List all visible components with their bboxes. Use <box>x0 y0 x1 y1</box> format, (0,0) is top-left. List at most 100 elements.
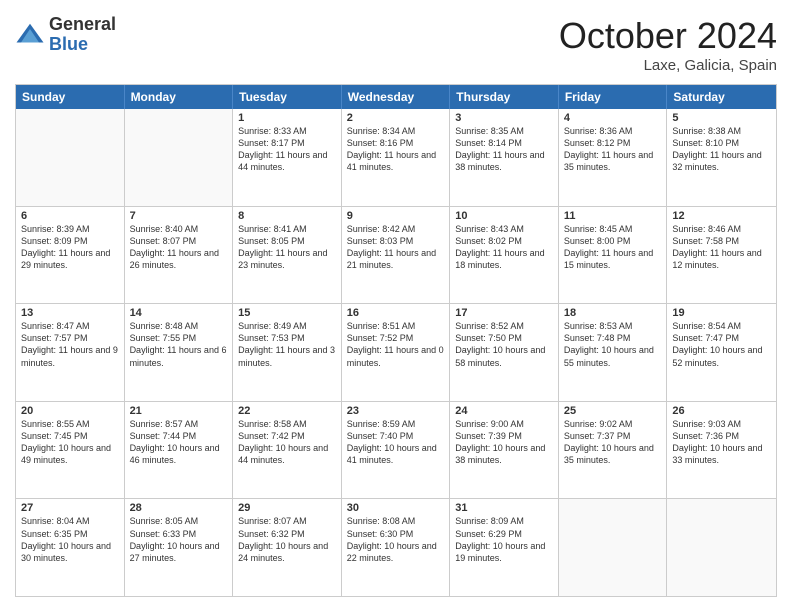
day-info: Sunrise: 8:36 AM Sunset: 8:12 PM Dayligh… <box>564 125 662 174</box>
day-number: 9 <box>347 210 445 222</box>
calendar-cell: 22Sunrise: 8:58 AM Sunset: 7:42 PM Dayli… <box>233 402 342 499</box>
calendar-cell: 1Sunrise: 8:33 AM Sunset: 8:17 PM Daylig… <box>233 109 342 206</box>
day-info: Sunrise: 8:48 AM Sunset: 7:55 PM Dayligh… <box>130 320 228 369</box>
day-info: Sunrise: 8:52 AM Sunset: 7:50 PM Dayligh… <box>455 320 553 369</box>
calendar-cell: 15Sunrise: 8:49 AM Sunset: 7:53 PM Dayli… <box>233 304 342 401</box>
logo-general-text: General <box>49 15 116 35</box>
calendar-cell: 26Sunrise: 9:03 AM Sunset: 7:36 PM Dayli… <box>667 402 776 499</box>
calendar-cell: 17Sunrise: 8:52 AM Sunset: 7:50 PM Dayli… <box>450 304 559 401</box>
day-number: 12 <box>672 210 771 222</box>
day-info: Sunrise: 8:51 AM Sunset: 7:52 PM Dayligh… <box>347 320 445 369</box>
calendar-cell: 10Sunrise: 8:43 AM Sunset: 8:02 PM Dayli… <box>450 207 559 304</box>
calendar-cell: 21Sunrise: 8:57 AM Sunset: 7:44 PM Dayli… <box>125 402 234 499</box>
day-info: Sunrise: 8:07 AM Sunset: 6:32 PM Dayligh… <box>238 515 336 564</box>
day-info: Sunrise: 8:39 AM Sunset: 8:09 PM Dayligh… <box>21 223 119 272</box>
day-info: Sunrise: 8:43 AM Sunset: 8:02 PM Dayligh… <box>455 223 553 272</box>
cal-header-cell: Monday <box>125 85 234 109</box>
calendar-row: 20Sunrise: 8:55 AM Sunset: 7:45 PM Dayli… <box>16 401 776 499</box>
calendar-cell: 27Sunrise: 8:04 AM Sunset: 6:35 PM Dayli… <box>16 499 125 596</box>
day-info: Sunrise: 9:00 AM Sunset: 7:39 PM Dayligh… <box>455 418 553 467</box>
calendar-cell: 30Sunrise: 8:08 AM Sunset: 6:30 PM Dayli… <box>342 499 451 596</box>
day-info: Sunrise: 8:38 AM Sunset: 8:10 PM Dayligh… <box>672 125 771 174</box>
day-number: 8 <box>238 210 336 222</box>
day-number: 5 <box>672 112 771 124</box>
calendar-cell <box>16 109 125 206</box>
day-info: Sunrise: 8:55 AM Sunset: 7:45 PM Dayligh… <box>21 418 119 467</box>
calendar-cell: 31Sunrise: 8:09 AM Sunset: 6:29 PM Dayli… <box>450 499 559 596</box>
day-number: 31 <box>455 502 553 514</box>
day-info: Sunrise: 8:42 AM Sunset: 8:03 PM Dayligh… <box>347 223 445 272</box>
calendar: SundayMondayTuesdayWednesdayThursdayFrid… <box>15 84 777 597</box>
calendar-cell <box>125 109 234 206</box>
day-info: Sunrise: 8:35 AM Sunset: 8:14 PM Dayligh… <box>455 125 553 174</box>
title-block: October 2024 Laxe, Galicia, Spain <box>559 15 777 74</box>
calendar-cell: 9Sunrise: 8:42 AM Sunset: 8:03 PM Daylig… <box>342 207 451 304</box>
day-info: Sunrise: 9:02 AM Sunset: 7:37 PM Dayligh… <box>564 418 662 467</box>
cal-header-cell: Wednesday <box>342 85 451 109</box>
calendar-cell: 14Sunrise: 8:48 AM Sunset: 7:55 PM Dayli… <box>125 304 234 401</box>
day-info: Sunrise: 8:09 AM Sunset: 6:29 PM Dayligh… <box>455 515 553 564</box>
day-number: 24 <box>455 405 553 417</box>
day-info: Sunrise: 9:03 AM Sunset: 7:36 PM Dayligh… <box>672 418 771 467</box>
cal-header-cell: Friday <box>559 85 668 109</box>
day-number: 7 <box>130 210 228 222</box>
day-info: Sunrise: 8:57 AM Sunset: 7:44 PM Dayligh… <box>130 418 228 467</box>
month-title: October 2024 <box>559 15 777 57</box>
header: General Blue October 2024 Laxe, Galicia,… <box>15 15 777 74</box>
calendar-row: 27Sunrise: 8:04 AM Sunset: 6:35 PM Dayli… <box>16 498 776 596</box>
day-number: 26 <box>672 405 771 417</box>
cal-header-cell: Saturday <box>667 85 776 109</box>
logo-icon <box>15 20 45 50</box>
cal-header-cell: Tuesday <box>233 85 342 109</box>
calendar-cell: 5Sunrise: 8:38 AM Sunset: 8:10 PM Daylig… <box>667 109 776 206</box>
calendar-cell: 25Sunrise: 9:02 AM Sunset: 7:37 PM Dayli… <box>559 402 668 499</box>
day-info: Sunrise: 8:05 AM Sunset: 6:33 PM Dayligh… <box>130 515 228 564</box>
page: General Blue October 2024 Laxe, Galicia,… <box>0 0 792 612</box>
cal-header-cell: Thursday <box>450 85 559 109</box>
calendar-cell: 18Sunrise: 8:53 AM Sunset: 7:48 PM Dayli… <box>559 304 668 401</box>
calendar-cell: 23Sunrise: 8:59 AM Sunset: 7:40 PM Dayli… <box>342 402 451 499</box>
day-info: Sunrise: 8:54 AM Sunset: 7:47 PM Dayligh… <box>672 320 771 369</box>
location: Laxe, Galicia, Spain <box>559 57 777 74</box>
calendar-cell: 3Sunrise: 8:35 AM Sunset: 8:14 PM Daylig… <box>450 109 559 206</box>
day-info: Sunrise: 8:47 AM Sunset: 7:57 PM Dayligh… <box>21 320 119 369</box>
calendar-cell <box>667 499 776 596</box>
calendar-cell: 12Sunrise: 8:46 AM Sunset: 7:58 PM Dayli… <box>667 207 776 304</box>
day-info: Sunrise: 8:40 AM Sunset: 8:07 PM Dayligh… <box>130 223 228 272</box>
calendar-header: SundayMondayTuesdayWednesdayThursdayFrid… <box>16 85 776 109</box>
day-number: 22 <box>238 405 336 417</box>
day-number: 2 <box>347 112 445 124</box>
day-number: 16 <box>347 307 445 319</box>
calendar-cell: 29Sunrise: 8:07 AM Sunset: 6:32 PM Dayli… <box>233 499 342 596</box>
day-number: 15 <box>238 307 336 319</box>
day-info: Sunrise: 8:46 AM Sunset: 7:58 PM Dayligh… <box>672 223 771 272</box>
day-number: 11 <box>564 210 662 222</box>
cal-header-cell: Sunday <box>16 85 125 109</box>
day-number: 19 <box>672 307 771 319</box>
calendar-cell: 19Sunrise: 8:54 AM Sunset: 7:47 PM Dayli… <box>667 304 776 401</box>
day-number: 1 <box>238 112 336 124</box>
calendar-cell: 7Sunrise: 8:40 AM Sunset: 8:07 PM Daylig… <box>125 207 234 304</box>
day-number: 21 <box>130 405 228 417</box>
day-number: 4 <box>564 112 662 124</box>
day-number: 28 <box>130 502 228 514</box>
calendar-cell: 2Sunrise: 8:34 AM Sunset: 8:16 PM Daylig… <box>342 109 451 206</box>
day-number: 3 <box>455 112 553 124</box>
day-number: 14 <box>130 307 228 319</box>
calendar-body: 1Sunrise: 8:33 AM Sunset: 8:17 PM Daylig… <box>16 109 776 596</box>
calendar-cell: 6Sunrise: 8:39 AM Sunset: 8:09 PM Daylig… <box>16 207 125 304</box>
calendar-cell <box>559 499 668 596</box>
calendar-row: 13Sunrise: 8:47 AM Sunset: 7:57 PM Dayli… <box>16 303 776 401</box>
day-number: 13 <box>21 307 119 319</box>
calendar-cell: 24Sunrise: 9:00 AM Sunset: 7:39 PM Dayli… <box>450 402 559 499</box>
day-info: Sunrise: 8:49 AM Sunset: 7:53 PM Dayligh… <box>238 320 336 369</box>
calendar-cell: 4Sunrise: 8:36 AM Sunset: 8:12 PM Daylig… <box>559 109 668 206</box>
day-number: 20 <box>21 405 119 417</box>
day-info: Sunrise: 8:41 AM Sunset: 8:05 PM Dayligh… <box>238 223 336 272</box>
day-number: 30 <box>347 502 445 514</box>
day-number: 27 <box>21 502 119 514</box>
day-number: 10 <box>455 210 553 222</box>
day-info: Sunrise: 8:53 AM Sunset: 7:48 PM Dayligh… <box>564 320 662 369</box>
calendar-cell: 16Sunrise: 8:51 AM Sunset: 7:52 PM Dayli… <box>342 304 451 401</box>
calendar-cell: 20Sunrise: 8:55 AM Sunset: 7:45 PM Dayli… <box>16 402 125 499</box>
